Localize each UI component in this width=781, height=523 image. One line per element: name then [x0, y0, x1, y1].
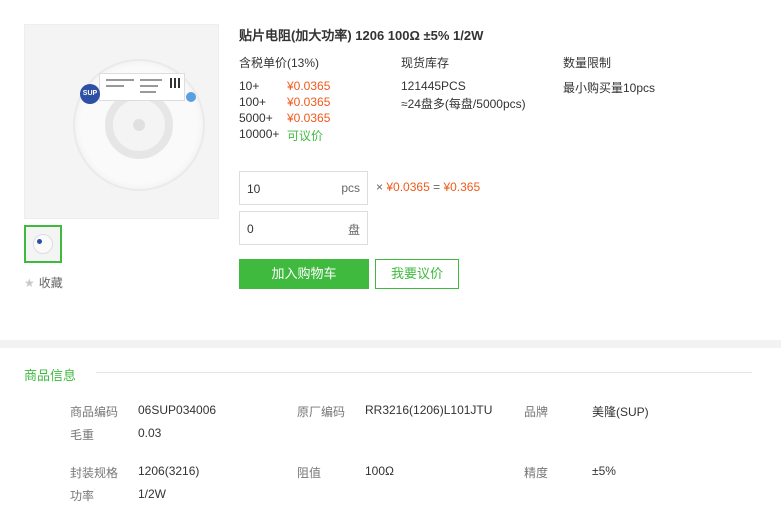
price-tier: 5000+ ¥0.0365 — [239, 111, 330, 125]
spec-key: 功率 — [70, 489, 95, 503]
spec-key: 阻值 — [297, 466, 322, 480]
thumbnail-logo-dot — [37, 239, 42, 244]
calc-unit-price: ¥0.0365 — [386, 180, 430, 194]
spec-value: ±5% — [592, 464, 616, 478]
spec-value: 1/2W — [138, 487, 167, 501]
price-calculation: × ¥0.0365 = ¥0.365 — [376, 180, 480, 194]
product-info-title: 商品信息 — [24, 368, 77, 383]
section-title-rule — [96, 372, 752, 373]
quantity-reel-input[interactable]: 0 盘 — [239, 211, 368, 245]
label-line — [140, 79, 162, 81]
times-sign: × — [376, 180, 384, 194]
reel-hub — [133, 119, 145, 131]
tier-price-negotiable[interactable]: 可议价 — [287, 127, 323, 144]
section-divider — [0, 340, 781, 348]
brand-dot-icon — [186, 92, 196, 102]
price-tier: 10+ ¥0.0365 — [239, 79, 330, 93]
qr-code-icon — [170, 78, 180, 88]
spec-key: 封装规格 — [70, 466, 119, 480]
label-line — [106, 79, 134, 81]
star-icon: ★ — [24, 275, 35, 290]
price-tier: 100+ ¥0.0365 — [239, 95, 330, 109]
add-to-cart-button[interactable]: 加入购物车 — [239, 259, 369, 289]
spec-key: 精度 — [524, 466, 549, 480]
tier-price: ¥0.0365 — [287, 79, 331, 93]
sup-logo: SUP — [80, 84, 100, 104]
spec-value: 06SUP034006 — [138, 403, 217, 417]
tier-price: ¥0.0365 — [287, 111, 331, 125]
label-line — [140, 85, 158, 87]
stock-pcs: 121445PCS — [401, 79, 466, 93]
price-tier: 10000+ 可议价 — [239, 127, 323, 143]
quantity-reel-unit: 盘 — [347, 223, 360, 237]
equals-sign: = — [433, 180, 441, 194]
product-title: 贴片电阻(加大功率) 1206 100Ω ±5% 1/2W — [239, 28, 484, 43]
spec-value: 100Ω — [365, 464, 394, 478]
tier-qty: 10000+ — [239, 127, 280, 141]
tier-qty: 100+ — [239, 95, 267, 109]
reel-label: SUP — [80, 73, 196, 104]
tier-qty: 10+ — [239, 79, 260, 93]
stock-header: 现货库存 — [401, 56, 450, 70]
spec-key: 商品编码 — [70, 405, 119, 419]
price-header: 含税单价(13%) — [239, 56, 320, 70]
tier-qty: 5000+ — [239, 111, 273, 125]
spec-value: 0.03 — [138, 426, 162, 440]
limit-header: 数量限制 — [563, 56, 612, 70]
spec-value: 美隆(SUP) — [592, 405, 649, 419]
min-order-limit: 最小购买量10pcs — [563, 81, 656, 95]
spec-key: 原厂编码 — [297, 405, 346, 419]
spec-value: 1206(3216) — [138, 464, 200, 478]
favorite-label: 收藏 — [38, 276, 63, 290]
spec-value: RR3216(1206)L101JTU — [365, 403, 493, 417]
spec-key: 毛重 — [70, 428, 95, 442]
quantity-reel-value: 0 — [247, 222, 254, 236]
label-line — [106, 85, 124, 87]
stock-reels: ≈24盘多(每盘/5000pcs) — [401, 97, 526, 111]
quantity-pcs-unit: pcs — [341, 181, 360, 195]
calc-total: ¥0.365 — [443, 180, 481, 194]
negotiate-price-button[interactable]: 我要议价 — [375, 259, 459, 289]
quantity-pcs-value: 10 — [247, 182, 261, 196]
reel-image: SUP — [73, 59, 205, 191]
favorite-button[interactable]: ★ 收藏 — [24, 274, 63, 291]
tier-price: ¥0.0365 — [287, 95, 331, 109]
thumbnail-reel — [33, 234, 53, 254]
thumbnail-1[interactable] — [24, 225, 62, 263]
product-main-image[interactable]: SUP — [24, 24, 219, 219]
label-line — [140, 91, 156, 93]
spec-key: 品牌 — [524, 405, 549, 419]
quantity-pcs-input[interactable]: 10 pcs — [239, 171, 368, 205]
reel-inner-ring — [105, 91, 173, 159]
